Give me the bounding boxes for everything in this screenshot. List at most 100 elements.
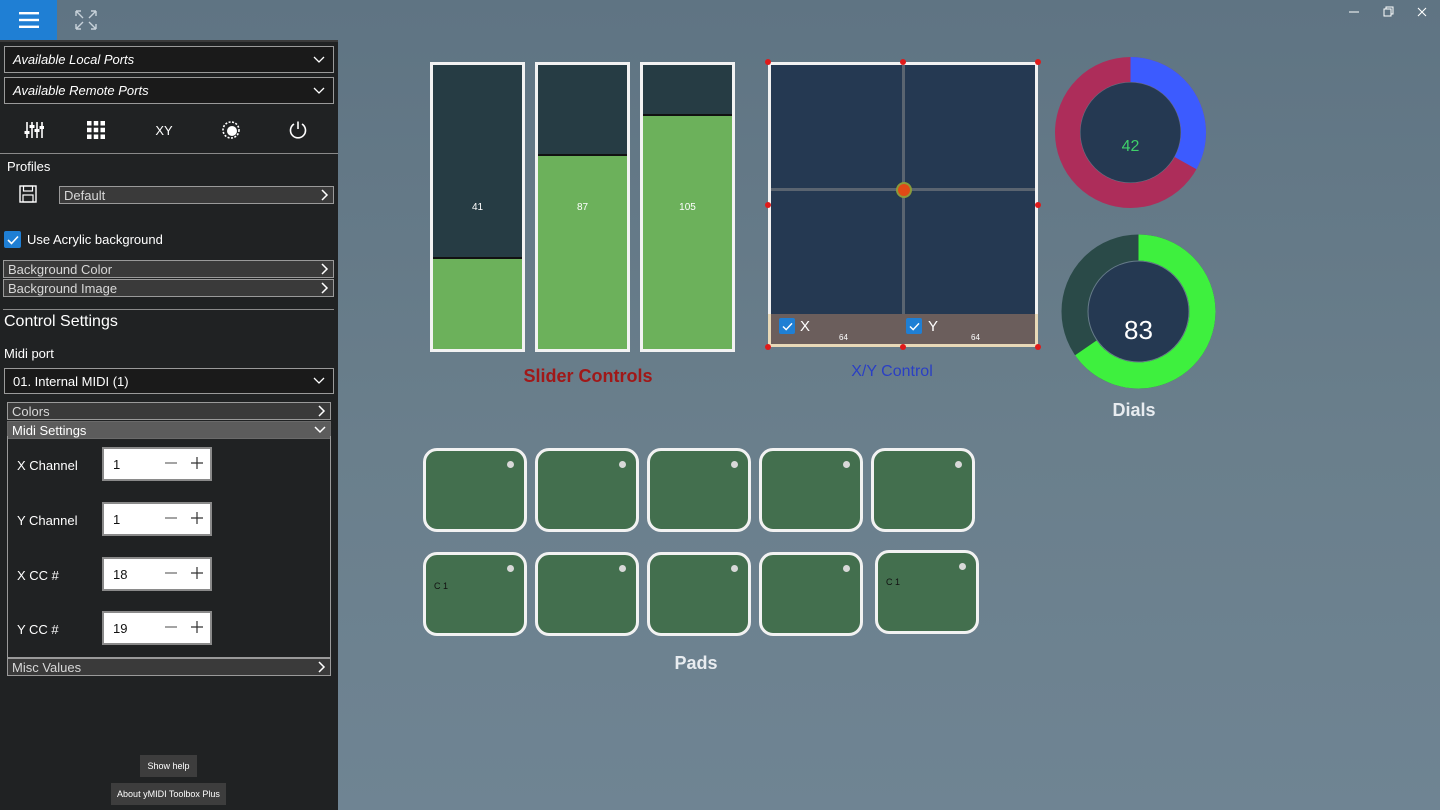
pad-led: [619, 461, 626, 468]
x-cc-label: X CC #: [17, 568, 59, 583]
y-axis-value: 64: [971, 333, 980, 342]
slider-controls-title: Slider Controls: [523, 366, 653, 386]
dials-title: Dials: [1112, 400, 1156, 420]
slider-control[interactable]: 87: [535, 62, 630, 352]
resize-handle[interactable]: [1035, 202, 1041, 208]
minus-icon[interactable]: [164, 511, 178, 525]
dial-value: 83: [1124, 315, 1153, 345]
slider-fill: [643, 114, 732, 349]
dial-control[interactable]: 42: [1053, 55, 1208, 210]
title-bar: [0, 0, 1440, 40]
acrylic-checkbox[interactable]: [4, 231, 21, 248]
resize-handle[interactable]: [765, 344, 771, 350]
tool-icons-row: XY: [0, 112, 338, 148]
checkmark-icon: [781, 322, 793, 331]
xy-tool-button[interactable]: XY: [146, 112, 182, 148]
power-icon: [289, 121, 307, 139]
save-icon[interactable]: [19, 185, 37, 203]
colors-expander[interactable]: Colors: [7, 402, 331, 420]
y-channel-stepper[interactable]: 1: [102, 502, 212, 536]
divider: [3, 309, 334, 310]
remote-ports-label: Available Remote Ports: [13, 83, 149, 98]
slider-control[interactable]: 41: [430, 62, 525, 352]
pad-led: [507, 461, 514, 468]
midi-port-value: 01. Internal MIDI (1): [13, 373, 129, 389]
xy-control-title: X/Y Control: [851, 363, 933, 380]
fullscreen-icon[interactable]: [74, 9, 98, 31]
pad-button[interactable]: [871, 448, 975, 532]
show-help-button[interactable]: Show help: [140, 755, 197, 777]
slider-value: 41: [471, 202, 484, 213]
close-icon[interactable]: [1412, 4, 1432, 20]
dial-control[interactable]: 83: [1060, 233, 1217, 390]
local-ports-label: Available Local Ports: [13, 52, 135, 67]
chevron-down-icon: [313, 377, 325, 384]
resize-handle[interactable]: [765, 202, 771, 208]
local-ports-dropdown[interactable]: Available Local Ports: [4, 46, 334, 73]
pad-button[interactable]: [759, 552, 863, 636]
pad-button[interactable]: C 1: [423, 552, 527, 636]
pad-button[interactable]: [647, 448, 751, 532]
pad-button[interactable]: C 1: [875, 550, 979, 634]
midi-port-dropdown[interactable]: 01. Internal MIDI (1): [4, 368, 334, 394]
minus-icon[interactable]: [164, 566, 178, 580]
pad-led: [959, 563, 966, 570]
plus-icon[interactable]: [190, 566, 204, 580]
x-channel-label: X Channel: [17, 458, 78, 473]
power-tool-button[interactable]: [280, 112, 316, 148]
pad-button[interactable]: [647, 552, 751, 636]
slider-value: 105: [679, 202, 696, 213]
divider: [0, 153, 338, 154]
resize-handle[interactable]: [1035, 59, 1041, 65]
pad-button[interactable]: [535, 448, 639, 532]
plus-icon[interactable]: [190, 620, 204, 634]
pad-button[interactable]: [759, 448, 863, 532]
resize-handle[interactable]: [765, 59, 771, 65]
resize-handle[interactable]: [900, 344, 906, 350]
plus-icon[interactable]: [190, 456, 204, 470]
x-channel-value: 1: [113, 456, 121, 472]
dials-tool-button[interactable]: [213, 112, 249, 148]
y-axis-label: Y: [928, 318, 939, 335]
remote-ports-dropdown[interactable]: Available Remote Ports: [4, 77, 334, 104]
xy-control: X 64 Y 64: [765, 59, 1041, 350]
pad-button[interactable]: [535, 552, 639, 636]
pad-note: C 1: [434, 581, 449, 591]
y-axis-checkbox[interactable]: [906, 318, 922, 334]
resize-handle[interactable]: [900, 59, 906, 65]
hamburger-icon: [18, 12, 39, 28]
resize-handle[interactable]: [1035, 344, 1041, 350]
chevron-right-icon: [321, 282, 329, 294]
x-cc-stepper[interactable]: 18: [102, 557, 212, 591]
x-axis-checkbox[interactable]: [779, 318, 795, 334]
misc-values-expander[interactable]: Misc Values: [7, 658, 331, 676]
x-channel-stepper[interactable]: 1: [102, 447, 212, 481]
y-cc-stepper[interactable]: 19: [102, 611, 212, 645]
pad-button[interactable]: [423, 448, 527, 532]
slider-control[interactable]: 105: [640, 62, 735, 352]
restore-icon[interactable]: [1378, 4, 1398, 20]
profile-value: Default: [64, 187, 106, 203]
plus-icon[interactable]: [190, 511, 204, 525]
about-button[interactable]: About yMIDI Toolbox Plus: [111, 783, 226, 805]
minus-icon[interactable]: [164, 620, 178, 634]
y-cc-value: 19: [113, 620, 128, 636]
xy-footer: X 64 Y 64: [768, 314, 1038, 347]
checkmark-icon: [6, 235, 19, 245]
sliders-tool-button[interactable]: [16, 112, 52, 148]
xy-pad[interactable]: [768, 62, 1038, 314]
background-color-expander[interactable]: Background Color: [3, 260, 334, 278]
minus-icon[interactable]: [164, 456, 178, 470]
hamburger-menu-button[interactable]: [0, 0, 57, 40]
chevron-down-icon: [313, 87, 325, 94]
xy-handle[interactable]: [896, 182, 912, 198]
x-cc-value: 18: [113, 566, 128, 582]
dial-center: [1088, 261, 1189, 362]
pad-led: [507, 565, 514, 572]
pads-tool-button[interactable]: [78, 112, 114, 148]
profile-selector[interactable]: Default: [59, 186, 334, 204]
minimize-icon[interactable]: [1344, 4, 1364, 20]
sidebar: Available Local Ports Available Remote P…: [0, 40, 338, 810]
background-image-expander[interactable]: Background Image: [3, 279, 334, 297]
dial-center: [1080, 82, 1181, 183]
